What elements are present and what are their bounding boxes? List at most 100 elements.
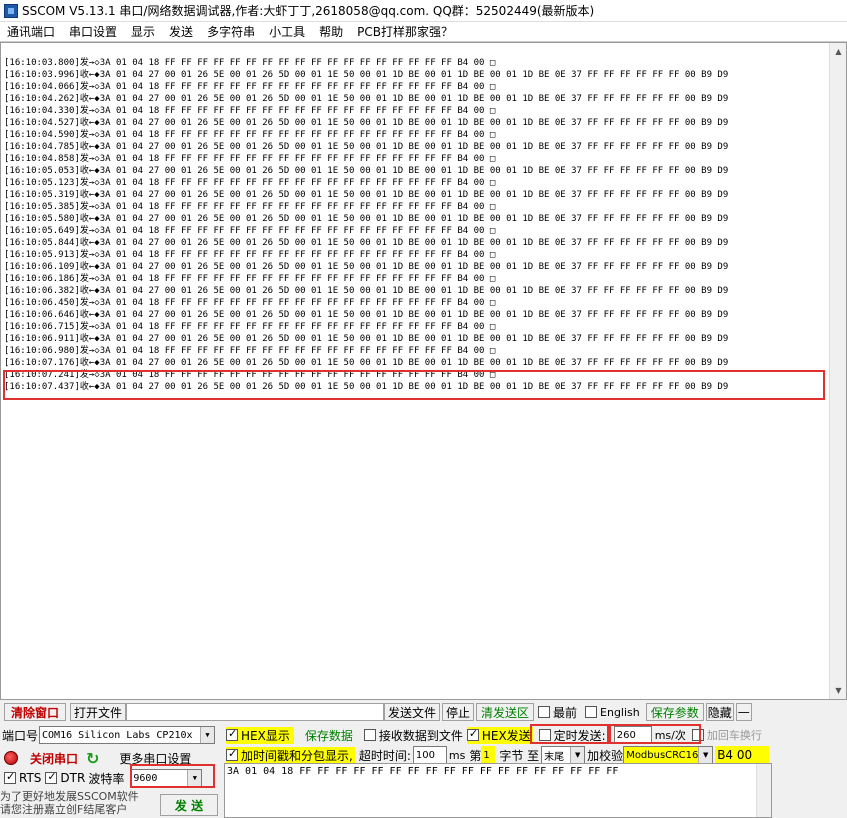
send-file-button[interactable]: 发送文件 [384,703,440,721]
chevron-down-icon: ▼ [698,747,713,763]
timestamp-label: 加时间戳和分包显示, [241,748,353,763]
rts-checkbox[interactable] [4,770,16,784]
log-line: [16:10:04.590]发→◇3A 01 04 18 FF FF FF FF… [4,130,496,140]
expand-button[interactable]: — [735,703,752,721]
log-line: [16:10:05.385]发→◇3A 01 04 18 FF FF FF FF… [4,202,496,212]
baud-highlight [130,764,215,788]
add-crlf-label: 加回车换行 [706,729,762,742]
menu-send[interactable]: 发送 [162,23,200,40]
end-select[interactable]: 末尾 ▼ [541,746,586,764]
clear-send-button[interactable]: 清发送区 [476,703,534,721]
baud-label: 波特率 [88,771,125,786]
log-line: [16:10:06.911]收←◆3A 01 04 27 00 01 26 5E… [4,334,729,344]
recv-to-file-option[interactable]: 接收数据到文件 [363,727,463,744]
log-line: [16:10:04.330]发→◇3A 01 04 18 FF FF FF FF… [4,106,496,116]
hex-display-checkbox [226,727,238,741]
port-row: 端口号 COM16 Silicon Labs CP210x ▼ [2,725,216,745]
send-scrollbar[interactable] [756,764,771,817]
timeout-value: 100 [415,749,435,761]
checksum-result: B4 00 [715,746,770,764]
timed-send-highlight [530,724,609,744]
log-line: [16:10:05.649]发→◇3A 01 04 18 FF FF FF FF… [4,226,496,236]
english-label: English [600,705,640,719]
log-line: [16:10:03.996]收←◆3A 01 04 27 00 01 26 5E… [4,70,729,80]
dtr-label: DTR [60,771,86,785]
hex-send-checkbox [466,727,479,741]
nth-input[interactable]: 1 [481,746,496,764]
timeout-input[interactable]: 100 [412,746,447,764]
send-content: 3A 01 04 18 FF FF FF FF FF FF FF FF FF F… [227,766,619,777]
log-line: [16:10:06.186]发→◇3A 01 04 18 FF FF FF FF… [4,274,496,284]
nth-value: 1 [483,749,490,761]
hex-display-option[interactable]: HEX显示 [226,726,294,744]
log-lines: [16:10:03.800]发→◇3A 01 04 18 FF FF FF FF… [4,57,728,393]
chevron-down-icon: ▼ [570,747,585,763]
log-line: [16:10:07.176]收←◆3A 01 04 27 00 01 26 5E… [4,358,729,368]
send-text-area[interactable]: 3A 01 04 18 FF FF FF FF FF FF FF FF FF F… [224,763,772,818]
end-value: 末尾 [544,751,565,763]
hex-send-option[interactable]: HEX发送 [466,726,533,744]
timestamp-option[interactable]: 加时间戳和分包显示, [226,746,355,764]
rts-label: RTS [19,771,42,785]
checksum-select[interactable]: ModbusCRC16 ▼ [623,746,714,764]
log-line: [16:10:04.785]收←◆3A 01 04 27 00 01 26 5E… [4,142,729,152]
topmost-label: 最前 [553,705,578,720]
menu-comm-port[interactable]: 通讯端口 [0,23,62,40]
byte-to-label: 字节 至 [499,748,540,763]
log-line: [16:10:05.913]发→◇3A 01 04 18 FF FF FF FF… [4,250,496,260]
log-line: [16:10:06.980]发→◇3A 01 04 18 FF FF FF FF… [4,346,496,356]
log-line: [16:10:05.580]收←◆3A 01 04 27 00 01 26 5E… [4,214,729,224]
promo-line-1: 为了更好地发展SSCOM软件 [0,790,139,803]
open-file-button[interactable]: 打开文件 [70,703,126,721]
options-row-2: 加时间戳和分包显示, 超时时间: 100 ms 第 1 字节 至 末尾 ▼ 加校… [226,745,770,765]
hex-send-label: HEX发送 [481,728,531,743]
topmost-checkbox[interactable]: 最前 [538,704,577,721]
chevron-down-icon: ▼ [200,727,215,743]
menu-pcb-ad[interactable]: PCB打样那家强？ [350,23,460,40]
menu-bar: 通讯端口 串口设置 显示 发送 多字符串 小工具 帮助 PCB打样那家强？ [0,22,847,42]
recv-to-file-label: 接收数据到文件 [378,728,463,743]
scroll-up-icon[interactable]: ▲ [830,43,846,60]
close-port-button[interactable]: 关闭串口 [24,749,84,767]
interval-highlight [609,724,701,744]
checksum-label: 加校验 [587,748,624,763]
timeout-unit: ms [448,748,466,762]
english-check [585,706,598,718]
menu-multi-string[interactable]: 多字符串 [200,23,262,40]
dtr-checkbox[interactable] [45,770,58,784]
receive-log-area[interactable]: [16:10:03.800]发→◇3A 01 04 18 FF FF FF FF… [0,42,847,700]
promo-line-2: 请您注册嘉立创F结尾客户 [0,803,128,816]
hex-display-label: HEX显示 [241,728,290,743]
refresh-icon[interactable]: ↻ [86,749,99,768]
hide-button[interactable]: 隐藏 [705,703,734,721]
scroll-down-icon[interactable]: ▼ [830,682,846,699]
port-label: 端口号 [2,728,39,743]
save-data-button[interactable]: 保存数据 [299,726,358,744]
log-line: [16:10:06.450]发→◇3A 01 04 18 FF FF FF FF… [4,298,496,308]
log-line: [16:10:04.858]发→◇3A 01 04 18 FF FF FF FF… [4,154,496,164]
log-line: [16:10:06.382]收←◆3A 01 04 27 00 01 26 5E… [4,286,729,296]
app-icon [4,3,18,18]
log-line: [16:10:05.053]收←◆3A 01 04 27 00 01 26 5E… [4,166,729,176]
menu-help[interactable]: 帮助 [312,23,350,40]
port-select[interactable]: COM16 Silicon Labs CP210x ▼ [39,726,216,744]
toolbar: 清除窗口 打开文件 发送文件 停止 清发送区 最前 English 保存参数 隐… [0,702,847,722]
english-checkbox[interactable]: English [585,706,640,719]
menu-display[interactable]: 显示 [124,23,162,40]
send-button[interactable]: 发 送 [160,794,218,816]
nth-label: 第 [469,748,482,763]
log-line: [16:10:06.646]收←◆3A 01 04 27 00 01 26 5E… [4,310,729,320]
log-line: [16:10:05.844]收←◆3A 01 04 27 00 01 26 5E… [4,238,729,248]
checksum-value: ModbusCRC16 [626,749,699,761]
clear-window-button[interactable]: 清除窗口 [4,703,66,721]
log-scrollbar[interactable]: ▲ ▼ [829,43,846,699]
log-line: [16:10:03.800]发→◇3A 01 04 18 FF FF FF FF… [4,58,496,68]
menu-tools[interactable]: 小工具 [262,23,312,40]
save-params-button[interactable]: 保存参数 [645,703,704,721]
timeout-label: 超时时间: [358,748,411,763]
menu-serial-settings[interactable]: 串口设置 [62,23,124,40]
highlight-box [3,370,825,400]
file-path-input[interactable] [126,703,384,721]
log-line: [16:10:04.066]发→◇3A 01 04 18 FF FF FF FF… [4,82,496,92]
stop-button[interactable]: 停止 [442,703,474,721]
